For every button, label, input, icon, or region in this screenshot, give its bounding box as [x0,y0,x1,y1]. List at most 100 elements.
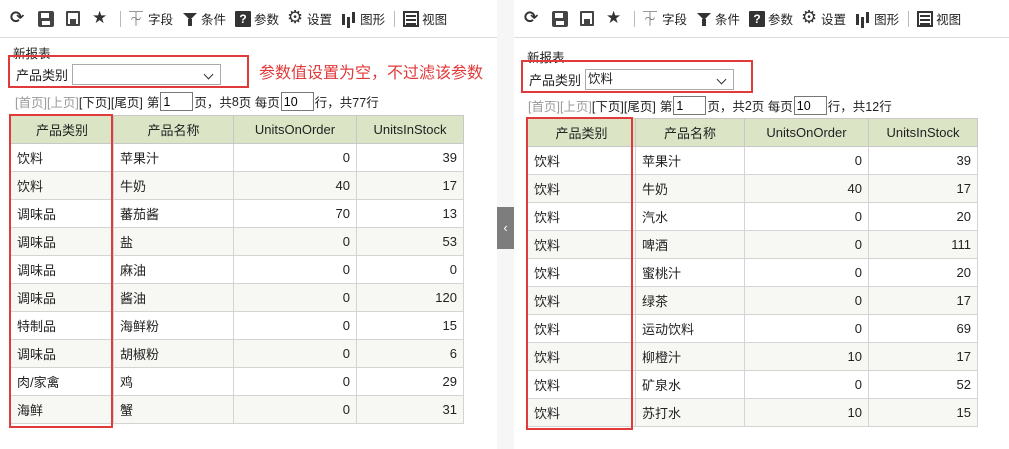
cell-units-on-order: 0 [233,339,357,368]
pager-per-page-prefix: 页 每页 [751,100,793,114]
pager-page-suffix: 页，共 [707,100,745,114]
condition-button[interactable]: 条件 [178,7,230,31]
right-report-panel: 字段 条件 参数 设置 图形 视图 新报表 产品类别 饮料 [首页] [上页] … [514,0,1009,449]
cell-units-in-stock: 15 [868,398,978,427]
page-number-input[interactable] [160,92,194,111]
pager-total-pages: 2 [744,98,752,113]
save-icon [38,10,54,27]
cell-product: 汽水 [635,202,745,231]
cell-units-on-order: 0 [744,146,869,175]
refresh-button[interactable] [520,7,547,31]
star-icon [606,8,622,28]
field-button[interactable]: 字段 [125,7,177,31]
toolbar-divider [908,10,910,27]
save-as-button[interactable] [62,7,87,31]
cell-units-in-stock: 39 [356,143,464,172]
pager-first: [首页] [528,100,560,114]
condition-label: 条件 [715,13,741,27]
cell-units-in-stock: 17 [356,171,464,200]
cell-units-in-stock: 120 [356,283,464,312]
cell-units-on-order: 0 [233,311,357,340]
cell-units-in-stock: 111 [868,230,978,259]
filter-icon [182,11,198,27]
cell-units-on-order: 40 [744,174,869,203]
save-as-button[interactable] [576,7,601,31]
pager-prev: [上页] [46,96,79,110]
pager-last[interactable]: [尾页] [111,92,143,111]
column-header-units-in-stock[interactable]: UnitsInStock [356,115,464,144]
pager-per-page-prefix: 页 每页 [238,96,280,110]
toolbar: 字段 条件 参数 设置 图形 视图 [0,0,497,38]
pager-page-prefix: 第 [659,100,673,114]
column-header-units-in-stock[interactable]: UnitsInStock [868,118,978,147]
page-number-input[interactable] [673,96,707,115]
refresh-icon [524,8,540,28]
pager-next[interactable]: [下页] [592,96,624,115]
cell-units-in-stock: 13 [356,199,464,228]
annotation-note: 参数值设置为空，不过滤该参数 [259,65,484,82]
pager-total-rows: 77行 [352,96,379,110]
toolbar: 字段 条件 参数 设置 图形 视图 [514,0,1009,38]
column-header-units-on-order[interactable]: UnitsOnOrder [744,118,869,147]
cell-product: 柳橙汁 [635,342,745,371]
condition-button[interactable]: 条件 [692,7,744,31]
column-header-product[interactable]: 产品名称 [113,115,234,144]
page-size-input[interactable] [793,96,827,115]
favorite-button[interactable] [602,7,629,31]
cell-units-in-stock: 6 [356,339,464,368]
toolbar-divider [634,10,635,27]
field-button[interactable]: 字段 [639,7,691,31]
question-icon [235,10,252,27]
param-button[interactable]: 参数 [745,7,797,31]
pager: [首页] [上页] [下页] [尾页] 第 页，共 2 页 每页 行，共 12行 [528,96,892,115]
save-as-icon [580,11,594,26]
cell-product: 胡椒粉 [113,339,234,368]
save-button[interactable] [34,7,61,31]
star-icon [92,8,108,28]
cell-units-on-order: 0 [744,370,869,399]
view-button[interactable]: 视图 [399,7,451,31]
panel-splitter[interactable]: ‹ [497,0,514,449]
pager-page-prefix: 第 [146,96,160,110]
pager-page-suffix: 页，共 [194,96,232,110]
field-label: 字段 [662,13,688,27]
page-size-input[interactable] [280,92,314,111]
field-label: 字段 [148,13,174,27]
view-label: 视图 [422,13,448,27]
pager-last[interactable]: [尾页] [624,96,656,115]
cell-units-in-stock: 31 [356,395,464,424]
cell-units-on-order: 0 [744,286,869,315]
save-button[interactable] [548,7,575,31]
highlight-category-column [526,117,633,430]
refresh-button[interactable] [6,7,33,31]
cell-units-in-stock: 52 [868,370,978,399]
cell-product: 苹果汁 [635,146,745,175]
pager: [首页] [上页] [下页] [尾页] 第 页，共 8 页 每页 行，共 77行 [15,92,379,111]
chart-button[interactable]: 图形 [851,7,903,31]
column-header-units-on-order[interactable]: UnitsOnOrder [233,115,357,144]
pager-next[interactable]: [下页] [79,92,111,111]
cell-units-in-stock: 53 [356,227,464,256]
chart-label: 图形 [360,13,386,27]
cell-units-in-stock: 17 [868,286,978,315]
view-icon [403,10,420,27]
settings-label: 设置 [821,13,847,27]
param-button[interactable]: 参数 [231,7,283,31]
column-header-product[interactable]: 产品名称 [635,118,745,147]
cell-units-on-order: 0 [233,283,357,312]
settings-button[interactable]: 设置 [798,7,850,31]
cell-product: 海鲜粉 [113,311,234,340]
cell-product: 绿茶 [635,286,745,315]
pager-total-rows: 12行 [865,100,892,114]
cell-units-in-stock: 20 [868,258,978,287]
favorite-button[interactable] [88,7,115,31]
toolbar-divider [394,10,396,27]
cell-product: 鸡 [113,367,234,396]
collapse-handle[interactable]: ‹ [497,207,514,249]
cell-units-in-stock: 0 [356,255,464,284]
chart-button[interactable]: 图形 [337,7,389,31]
cell-product: 苹果汁 [113,143,234,172]
cell-units-on-order: 0 [233,395,357,424]
settings-button[interactable]: 设置 [284,7,336,31]
view-button[interactable]: 视图 [913,7,965,31]
